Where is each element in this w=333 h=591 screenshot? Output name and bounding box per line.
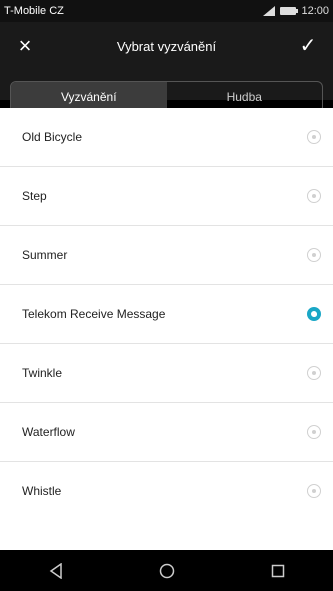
radio-button[interactable] bbox=[307, 366, 321, 380]
ringtone-item-telekom-receive-message[interactable]: Telekom Receive Message bbox=[0, 285, 333, 344]
home-icon[interactable] bbox=[147, 556, 187, 586]
app-header: × Vybrat vyzvánění ✓ Vyzvánění Hudba bbox=[0, 22, 333, 113]
ringtone-label: Telekom Receive Message bbox=[22, 307, 166, 321]
radio-button[interactable] bbox=[307, 130, 321, 144]
confirm-icon[interactable]: ✓ bbox=[297, 35, 319, 57]
page-title: Vybrat vyzvánění bbox=[116, 39, 217, 54]
back-icon[interactable] bbox=[36, 556, 76, 586]
status-bar: T-Mobile CZ 12:00 bbox=[0, 0, 333, 22]
radio-button[interactable] bbox=[307, 189, 321, 203]
ringtone-label: Summer bbox=[22, 248, 68, 262]
ringtone-label: Waterflow bbox=[22, 425, 75, 439]
radio-button[interactable] bbox=[307, 425, 321, 439]
ringtone-item-old-bicycle[interactable]: Old Bicycle bbox=[0, 108, 333, 167]
ringtone-list: Old Bicycle Step Summer Telekom Receive … bbox=[0, 108, 333, 550]
radio-button-selected[interactable] bbox=[307, 307, 321, 321]
title-row: × Vybrat vyzvánění ✓ bbox=[0, 22, 333, 72]
signal-icon bbox=[263, 6, 276, 16]
battery-icon bbox=[280, 7, 299, 15]
ringtone-item-step[interactable]: Step bbox=[0, 167, 333, 226]
navigation-bar bbox=[0, 550, 333, 591]
ringtone-label: Twinkle bbox=[22, 366, 63, 380]
ringtone-item-summer[interactable]: Summer bbox=[0, 226, 333, 285]
radio-button[interactable] bbox=[307, 484, 321, 498]
ringtone-item-twinkle[interactable]: Twinkle bbox=[0, 344, 333, 403]
clock: 12:00 bbox=[301, 5, 329, 17]
radio-button[interactable] bbox=[307, 248, 321, 262]
ringtone-item-whistle[interactable]: Whistle bbox=[0, 462, 333, 521]
status-indicators: 12:00 bbox=[263, 5, 329, 17]
ringtone-label: Step bbox=[22, 189, 47, 203]
recent-apps-icon[interactable] bbox=[258, 556, 298, 586]
ringtone-label: Whistle bbox=[22, 484, 62, 498]
ringtone-item-waterflow[interactable]: Waterflow bbox=[0, 403, 333, 462]
carrier-name: T-Mobile CZ bbox=[4, 5, 64, 17]
ringtone-label: Old Bicycle bbox=[22, 130, 83, 144]
